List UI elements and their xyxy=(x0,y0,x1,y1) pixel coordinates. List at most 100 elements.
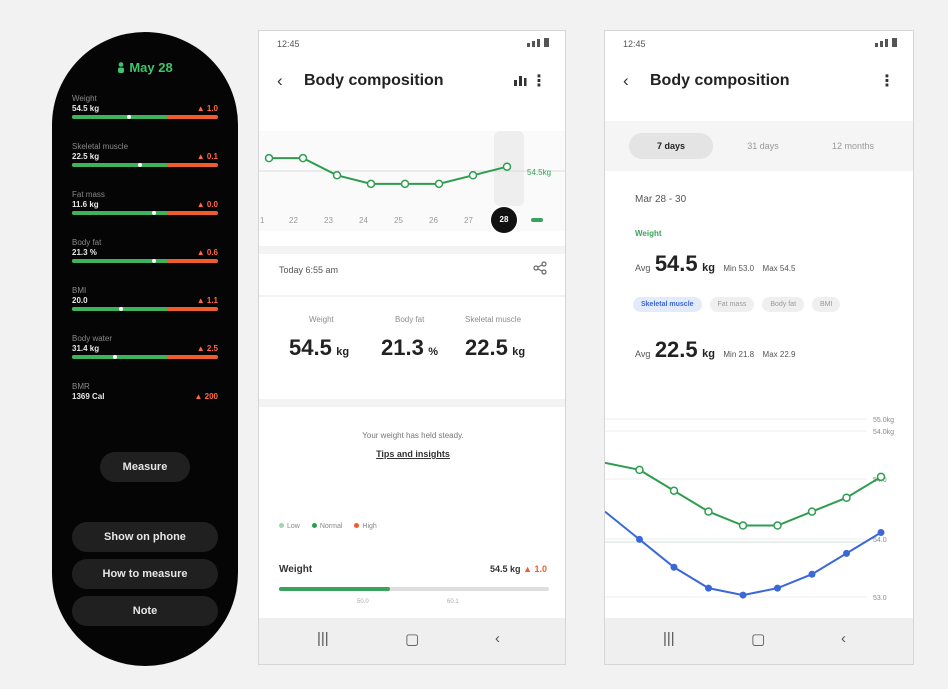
day-item[interactable]: 23 xyxy=(324,216,333,225)
metric-bar xyxy=(72,355,218,359)
metric-bar xyxy=(72,211,218,215)
metric-value: 21.3 % xyxy=(72,248,97,257)
metric-label: BMI xyxy=(72,286,87,295)
axis-label: 53.0 xyxy=(873,595,887,602)
weight-average: Avg 54.5 kg Min 53.0 Max 54.5 xyxy=(635,251,796,276)
legend-low: Low xyxy=(279,523,300,530)
phone-daily-view: 12:45 ‹ Body composition ⋮ 54.5kg 1 22 2… xyxy=(258,30,566,665)
muscle-point xyxy=(705,584,712,592)
weight-metric-label: Weight xyxy=(309,315,334,324)
metric-value: 1369 Cal xyxy=(72,392,105,401)
metric-value: 22.5 kg xyxy=(72,152,100,161)
watch-metric-bmr: BMR 1369 Cal ▲ 200 xyxy=(72,382,218,401)
how-to-measure-button[interactable]: How to measure xyxy=(72,559,218,589)
tips-link[interactable]: Tips and insights xyxy=(259,449,565,459)
axis-label: 55.0kg xyxy=(873,417,894,424)
metric-value: 31.4 kg xyxy=(72,344,100,353)
recents-icon[interactable]: ||| xyxy=(317,630,329,647)
muscle-point xyxy=(774,584,781,592)
metric-value: 11.6 kg xyxy=(72,200,99,209)
metric-value: 54.5 kg xyxy=(72,104,100,113)
more-options-icon[interactable]: ⋮ xyxy=(879,71,895,91)
legend-normal: Normal xyxy=(311,523,342,530)
watch-metric-body-fat: Body fat 21.3 % ▲ 0.6 xyxy=(72,238,218,263)
skeletal-muscle-metric-label: Skeletal muscle xyxy=(465,315,522,324)
show-on-phone-button[interactable]: Show on phone xyxy=(72,522,218,552)
metric-label: Fat mass xyxy=(72,190,105,199)
skeletal-muscle-metric-value: 22.5 kg xyxy=(465,335,526,360)
metric-bar xyxy=(72,307,218,311)
day-item[interactable]: 1 xyxy=(260,216,264,225)
weight-point xyxy=(807,507,817,516)
tab-31-days[interactable]: 31 days xyxy=(721,133,805,159)
status-time: 12:45 xyxy=(623,39,646,49)
weight-scale-label: Weight xyxy=(279,564,313,575)
measure-button[interactable]: Measure xyxy=(100,452,190,482)
weight-point xyxy=(468,171,478,180)
chip-bmi[interactable]: BMI xyxy=(812,297,841,312)
watch-screen: May 28 Weight 54.5 kg ▲ 1.0 Skeletal musc… xyxy=(52,32,238,666)
metric-label: Body water xyxy=(72,334,113,343)
status-bar: 12:45 xyxy=(605,31,913,55)
signal-icon xyxy=(875,38,897,47)
chip-skeletal-muscle[interactable]: Skeletal muscle xyxy=(633,297,702,312)
period-tabs: 7 days 31 days 12 months xyxy=(605,121,913,171)
nav-bar: ||| ▢ ‹ xyxy=(259,618,565,664)
weight-point xyxy=(635,465,644,475)
weight-scale-bar xyxy=(279,587,549,591)
weight-point xyxy=(773,521,782,530)
day-item[interactable]: 22 xyxy=(289,216,298,225)
metric-delta: ▲ 0.6 xyxy=(196,248,218,257)
metric-delta: ▲ 1.0 xyxy=(196,104,218,113)
trend-chart: 55.0kg54.0kg54.054.053.0 xyxy=(605,417,894,602)
metric-label: Weight xyxy=(72,94,97,103)
home-icon[interactable]: ▢ xyxy=(405,630,419,648)
legend-high: High xyxy=(354,523,377,530)
more-options-icon[interactable]: ⋮ xyxy=(531,71,547,91)
back-icon[interactable]: ‹ xyxy=(623,71,629,91)
metric-delta: ▲ 0.1 xyxy=(196,152,218,161)
weight-point xyxy=(264,153,274,163)
page-title: Body composition xyxy=(650,72,790,89)
weight-scale-fill xyxy=(279,587,390,591)
measurement-timestamp: Today 6:55 am xyxy=(279,265,339,275)
tab-12-months[interactable]: 12 months xyxy=(811,133,895,159)
nav-bar: ||| ▢ ‹ xyxy=(605,618,913,664)
metric-bar xyxy=(72,115,218,119)
recents-icon[interactable]: ||| xyxy=(663,630,675,647)
share-icon[interactable] xyxy=(533,261,547,280)
back-nav-icon[interactable]: ‹ xyxy=(841,630,846,647)
metric-label: Body fat xyxy=(72,238,102,247)
weight-point xyxy=(502,162,512,171)
axis-label: 54.0kg xyxy=(873,429,894,436)
watch-metric-fat-mass: Fat mass 11.6 kg ▲ 0.0 xyxy=(72,190,218,215)
metric-delta: ▲ 0.0 xyxy=(196,200,218,209)
screenshot-canvas: May 28 Weight 54.5 kg ▲ 1.0 Skeletal musc… xyxy=(0,0,948,689)
note-button[interactable]: Note xyxy=(72,596,218,626)
watch-date-header: May 28 xyxy=(52,60,238,75)
metric-delta: ▲ 200 xyxy=(194,392,219,401)
day-item[interactable]: 26 xyxy=(429,216,438,225)
weight-point xyxy=(876,472,886,482)
day-item[interactable]: 24 xyxy=(359,216,368,225)
selected-day[interactable]: 28 xyxy=(491,207,517,233)
back-nav-icon[interactable]: ‹ xyxy=(495,630,500,647)
home-icon[interactable]: ▢ xyxy=(751,630,765,648)
app-bar: ‹ Body composition ⋮ xyxy=(605,55,913,105)
day-item[interactable]: 25 xyxy=(394,216,403,225)
back-icon[interactable]: ‹ xyxy=(277,71,283,91)
chip-body-fat[interactable]: Body fat xyxy=(762,297,805,312)
weight-point xyxy=(332,171,342,180)
tab-7-days[interactable]: 7 days xyxy=(629,133,713,159)
today-indicator xyxy=(531,218,543,222)
metric-value: 20.0 xyxy=(72,296,88,305)
day-selector[interactable]: 1 22 23 24 25 26 27 28 xyxy=(259,207,565,237)
chart-icon[interactable] xyxy=(513,73,527,92)
status-time: 12:45 xyxy=(277,39,300,49)
chip-fat-mass[interactable]: Fat mass xyxy=(709,297,755,312)
day-item[interactable]: 27 xyxy=(464,216,473,225)
phone-trends-view: 12:45 ‹ Body composition ⋮ 7 days 31 day… xyxy=(604,30,914,665)
weight-scale-value: 54.5 kg ▲ 1.0 xyxy=(490,564,547,574)
muscle-point xyxy=(739,591,747,599)
weight-point xyxy=(400,179,410,189)
